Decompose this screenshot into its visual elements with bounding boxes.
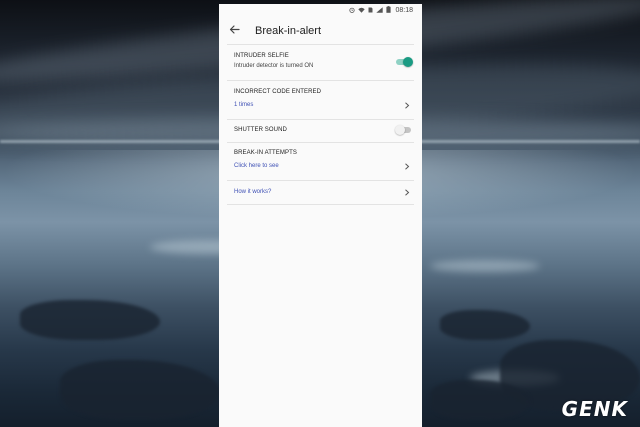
chevron-right-icon bbox=[403, 102, 410, 109]
shore-rock bbox=[60, 360, 220, 420]
signal-icon bbox=[376, 6, 384, 15]
alarm-icon bbox=[349, 7, 356, 15]
how-it-works-link[interactable]: How it works? bbox=[234, 189, 414, 195]
desktop-background: GENK 08:18 Break-in-alert INTRUDER SELFI… bbox=[0, 0, 640, 427]
toggle-thumb bbox=[403, 57, 413, 67]
break-in-attempts-row[interactable]: BREAK-IN ATTEMPTS Click here to see bbox=[219, 143, 422, 180]
shutter-sound-row[interactable]: SHUTTER SOUND bbox=[219, 120, 422, 142]
status-time: 08:18 bbox=[395, 7, 413, 14]
genk-watermark-logo: GENK bbox=[561, 397, 628, 421]
incorrect-code-row[interactable]: INCORRECT CODE ENTERED 1 times bbox=[219, 81, 422, 119]
incorrect-code-value: 1 times bbox=[234, 102, 254, 108]
battery-icon bbox=[386, 6, 392, 15]
shore-rock bbox=[430, 380, 530, 420]
app-bar: Break-in-alert bbox=[219, 17, 422, 44]
toggle-thumb bbox=[395, 125, 405, 135]
break-in-attempts-title: BREAK-IN ATTEMPTS bbox=[234, 150, 297, 156]
arrow-left-icon bbox=[229, 22, 240, 40]
how-it-works-row[interactable]: How it works? bbox=[219, 181, 422, 204]
divider bbox=[227, 204, 414, 205]
sim-icon bbox=[368, 7, 373, 15]
back-button[interactable] bbox=[226, 23, 242, 39]
intruder-selfie-toggle[interactable] bbox=[395, 56, 413, 68]
shutter-sound-toggle[interactable] bbox=[395, 124, 413, 136]
chevron-right-icon bbox=[403, 189, 410, 196]
wifi-icon bbox=[358, 7, 366, 15]
status-bar: 08:18 bbox=[219, 4, 422, 17]
wave-foam bbox=[430, 260, 540, 272]
phone-screen: 08:18 Break-in-alert INTRUDER SELFIE Int… bbox=[219, 4, 422, 427]
intruder-selfie-row[interactable]: INTRUDER SELFIE Intruder detector is tur… bbox=[219, 45, 422, 80]
shore-rock bbox=[20, 300, 160, 340]
incorrect-code-title: INCORRECT CODE ENTERED bbox=[234, 89, 322, 95]
break-in-attempts-link[interactable]: Click here to see bbox=[234, 163, 414, 169]
chevron-right-icon bbox=[403, 163, 410, 170]
shore-rock bbox=[440, 310, 530, 340]
shutter-sound-title: SHUTTER SOUND bbox=[234, 127, 287, 133]
intruder-selfie-title: INTRUDER SELFIE bbox=[234, 53, 289, 59]
page-title: Break-in-alert bbox=[255, 24, 322, 37]
intruder-selfie-status: Intruder detector is turned ON bbox=[234, 63, 314, 69]
